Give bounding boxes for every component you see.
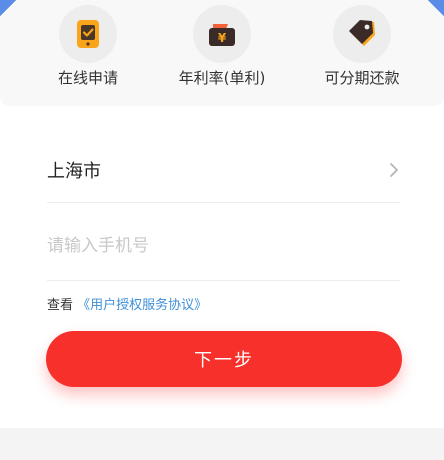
feature-icon-circle: ¥ bbox=[193, 5, 251, 63]
svg-text:¥: ¥ bbox=[218, 31, 227, 45]
phone-check-icon bbox=[77, 20, 99, 48]
feature-label: 年利率(单利) bbox=[178, 69, 266, 87]
divider bbox=[47, 280, 400, 281]
divider bbox=[47, 202, 400, 203]
feature-label: 在线申请 bbox=[57, 69, 118, 87]
phone-input[interactable] bbox=[47, 228, 400, 264]
feature-icon-circle bbox=[333, 5, 391, 63]
agreement-text: 查看 《用户授权服务协议》 bbox=[47, 294, 207, 313]
next-button[interactable]: 下一步 bbox=[46, 331, 402, 387]
city-selector[interactable]: 上海市 bbox=[47, 150, 400, 190]
wallet-yen-icon: ¥ bbox=[209, 24, 235, 46]
feature-icon-circle bbox=[59, 5, 117, 63]
agreement-prefix: 查看 bbox=[47, 298, 74, 313]
chevron-right-icon bbox=[390, 163, 398, 177]
corner-accent-right bbox=[428, 0, 444, 16]
city-value: 上海市 bbox=[47, 161, 101, 182]
price-tag-icon bbox=[349, 20, 375, 46]
feature-strip: 在线申请 ¥ 年利率(单利) 可分期还款 bbox=[0, 0, 444, 106]
corner-accent-left bbox=[0, 0, 16, 16]
agreement-link[interactable]: 《用户授权服务协议》 bbox=[77, 298, 207, 313]
feature-label: 可分期还款 bbox=[324, 69, 400, 87]
bottom-bar bbox=[0, 428, 444, 460]
